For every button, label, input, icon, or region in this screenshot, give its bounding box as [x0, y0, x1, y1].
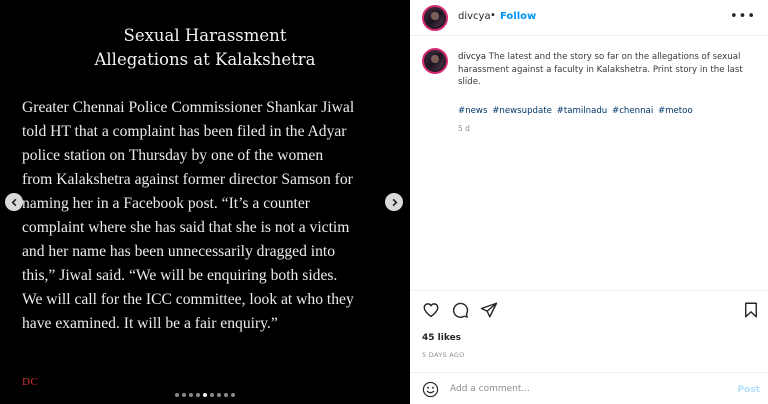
emoji-icon[interactable]	[422, 381, 439, 398]
caption-body: The latest and the story so far on the a…	[458, 52, 743, 87]
like-button[interactable]	[422, 301, 440, 319]
post-date: 5 DAYS AGO	[422, 351, 465, 359]
slide-dot	[175, 393, 179, 397]
slide-dot	[196, 393, 200, 397]
media-title: Sexual Harassment Allegations at Kalaksh…	[0, 24, 410, 72]
follow-button[interactable]: Follow	[500, 11, 536, 22]
heart-icon	[423, 303, 439, 318]
next-slide-button[interactable]	[385, 193, 403, 211]
media-title-line: Sexual Harassment	[123, 26, 287, 45]
media-body-line: have examined. It will be a fair enquiry…	[22, 315, 278, 332]
hashtags: #news #newsupdate #tamilnadu #chennai #m…	[458, 106, 758, 116]
slide-dot	[217, 393, 221, 397]
hashtag-link[interactable]: #tamilnadu	[557, 106, 608, 116]
media-body-line: complaint where she has said that she is…	[22, 219, 350, 236]
hashtag-link[interactable]: #newsupdate	[492, 106, 552, 116]
media-body-text: Greater Chennai Police Commissioner Shan…	[22, 96, 392, 336]
post-media: Sexual Harassment Allegations at Kalaksh…	[0, 0, 410, 404]
hashtag-link[interactable]: #chennai	[612, 106, 653, 116]
slide-dot	[189, 393, 193, 397]
comment-composer: Post	[410, 372, 768, 404]
author-username[interactable]: divcya	[458, 11, 491, 22]
comment-input[interactable]	[450, 380, 720, 398]
avatar[interactable]	[422, 48, 448, 74]
caption-username[interactable]: divcya	[458, 52, 486, 62]
chevron-right-icon	[392, 198, 397, 206]
share-icon	[480, 302, 498, 318]
hashtag-link[interactable]: #news	[458, 106, 487, 116]
media-title-line: Allegations at Kalakshetra	[94, 50, 316, 69]
slide-dot	[182, 393, 186, 397]
publisher-logo: DC	[22, 376, 39, 388]
slide-indicator	[0, 393, 410, 397]
media-body-line: naming her in a Facebook post. “It’s a c…	[22, 195, 310, 212]
caption-text: divcya The latest and the story so far o…	[458, 51, 758, 89]
comment-icon	[452, 302, 469, 318]
media-body-line: We will call for the ICC committee, look…	[22, 291, 354, 308]
media-body-line: and her name has been unnecessarily drag…	[22, 243, 336, 260]
media-body-line: from Kalakshetra against former director…	[22, 171, 353, 188]
separator-dot: •	[490, 10, 496, 21]
media-body-line: police station on Thursday by one of the…	[22, 147, 324, 164]
post-header: divcya • Follow •••	[410, 0, 768, 36]
hashtag-link[interactable]: #metoo	[658, 106, 693, 116]
avatar[interactable]	[422, 5, 448, 31]
slide-dot	[210, 393, 214, 397]
save-button[interactable]	[742, 301, 760, 319]
post-comment-button[interactable]: Post	[738, 385, 760, 395]
post-sidebar: divcya • Follow ••• divcya The latest an…	[410, 0, 768, 404]
slide-dot	[203, 393, 207, 397]
comment-button[interactable]	[451, 301, 469, 319]
chevron-left-icon	[11, 198, 16, 206]
slide-dot	[231, 393, 235, 397]
likes-count[interactable]: 45 likes	[422, 333, 461, 343]
media-body-line: this,” Jiwal said. “We will be enquiring…	[22, 267, 338, 284]
media-body-line: Greater Chennai Police Commissioner Shan…	[22, 99, 355, 116]
previous-slide-button[interactable]	[5, 193, 23, 211]
caption-age: 5 d	[458, 124, 470, 133]
more-options-icon[interactable]: •••	[730, 9, 756, 24]
share-button[interactable]	[480, 301, 498, 319]
slide-dot	[224, 393, 228, 397]
bookmark-icon	[745, 302, 757, 318]
media-body-line: told HT that a complaint has been filed …	[22, 123, 347, 140]
